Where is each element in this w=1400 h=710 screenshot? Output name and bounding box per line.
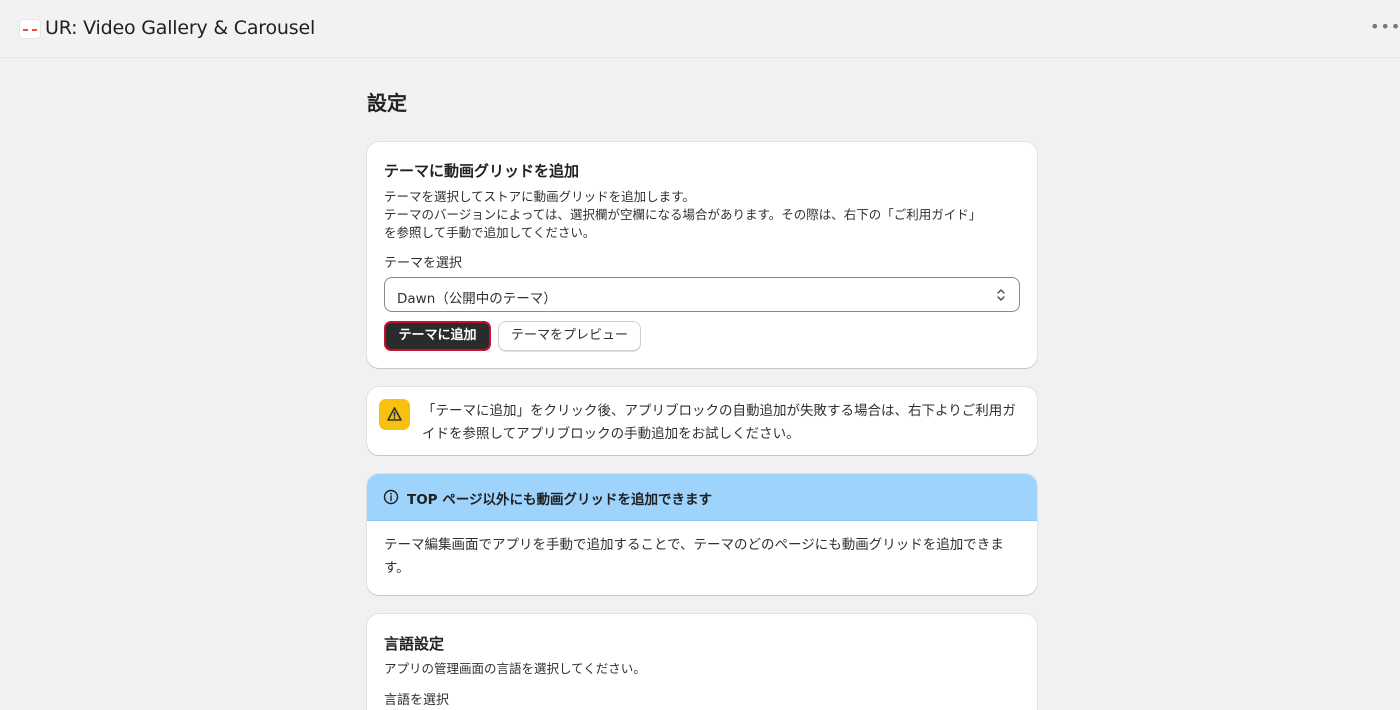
select-chevron-icon: [997, 289, 1005, 301]
language-card-description: アプリの管理画面の言語を選択してください。: [384, 661, 646, 676]
warning-triangle-icon: [379, 399, 410, 430]
theme-card-description: テーマを選択してストアに動画グリッドを追加します。 テーマのバージョンによっては…: [384, 188, 1024, 242]
app-header: UR: Video Gallery & Carousel •••: [0, 0, 1400, 58]
page-title: 設定: [367, 91, 407, 115]
info-banner-header: TOP ページ以外にも動画グリッドを追加できます: [367, 474, 1037, 521]
warning-text: 「テーマに追加」をクリック後、アプリブロックの自動追加が失敗する場合は、右下より…: [422, 403, 1016, 442]
add-to-theme-button[interactable]: テーマに追加: [384, 321, 491, 351]
theme-card-description-line: テーマを選択してストアに動画グリッドを追加します。: [384, 189, 695, 204]
theme-select-label: テーマを選択: [384, 256, 463, 271]
info-circle-icon: [383, 489, 399, 505]
language-card-heading: 言語設定: [384, 635, 445, 653]
theme-card-heading: テーマに動画グリッドを追加: [384, 162, 580, 180]
info-banner-body: テーマ編集画面でアプリを手動で追加することで、テーマのどのページにも動画グリッド…: [384, 537, 1004, 576]
language-card: 言語設定 アプリの管理画面の言語を選択してください。 言語を選択: [367, 614, 1037, 710]
theme-select[interactable]: Dawn（公開中のテーマ）: [384, 277, 1020, 312]
info-banner: TOP ページ以外にも動画グリッドを追加できます テーマ編集画面でアプリを手動で…: [367, 474, 1037, 595]
theme-card: テーマに動画グリッドを追加 テーマを選択してストアに動画グリッドを追加します。 …: [367, 142, 1037, 368]
language-select-label: 言語を選択: [384, 693, 450, 708]
app-title: UR: Video Gallery & Carousel: [45, 17, 316, 39]
theme-card-description-line: を参照して手動で追加してください。: [384, 225, 596, 240]
more-horizontal-icon[interactable]: •••: [1370, 19, 1400, 39]
warning-card: 「テーマに追加」をクリック後、アプリブロックの自動追加が失敗する場合は、右下より…: [367, 387, 1037, 455]
theme-select-value: Dawn（公開中のテーマ）: [397, 291, 557, 307]
theme-card-description-line: テーマのバージョンによっては、選択欄が空欄になる場合があります。その際は、右下の…: [384, 207, 982, 222]
info-banner-title: TOP ページ以外にも動画グリッドを追加できます: [407, 492, 713, 508]
app-logo-icon: [19, 19, 41, 39]
preview-theme-button[interactable]: テーマをプレビュー: [498, 321, 641, 351]
